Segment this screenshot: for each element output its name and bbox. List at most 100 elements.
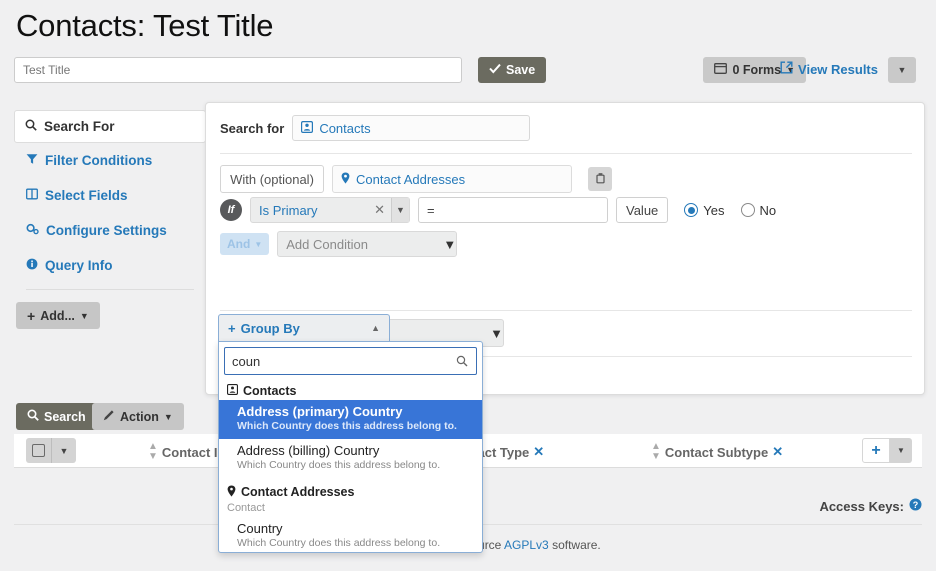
- add-condition-row: And ▼ Add Condition ▼: [220, 231, 457, 257]
- radio-no-label: No: [760, 203, 777, 218]
- list-item[interactable]: Address (billing) Country Which Country …: [219, 439, 482, 478]
- clear-field-icon[interactable]: ✕: [368, 202, 391, 218]
- plus-icon: +: [27, 309, 35, 323]
- title-input[interactable]: [14, 57, 462, 83]
- chevron-down-icon: ▼: [80, 311, 89, 321]
- sidebar: Search For Filter Conditions Select Fiel…: [14, 110, 206, 329]
- list-item[interactable]: Address (primary) Country Which Country …: [219, 400, 482, 439]
- delete-join-button[interactable]: [588, 167, 612, 191]
- group-by-label: Group By: [241, 321, 300, 336]
- condition-operator-input[interactable]: [418, 197, 608, 223]
- map-pin-icon: [227, 485, 236, 500]
- contact-icon: [301, 121, 313, 136]
- group-by-options-list: Contacts Address (primary) Country Which…: [219, 381, 482, 553]
- access-keys-label: Access Keys:: [819, 499, 904, 514]
- option-label: Country: [237, 521, 474, 537]
- sort-icon: ▲▼: [651, 442, 661, 462]
- chevron-down-icon[interactable]: ▼: [490, 326, 503, 341]
- license-link[interactable]: AGPLv3: [504, 538, 549, 552]
- condition-field-select[interactable]: Is Primary ✕ ▼: [250, 197, 410, 223]
- sidebar-item-search-for[interactable]: Search For: [14, 110, 206, 143]
- chevron-down-icon[interactable]: ▼: [391, 198, 409, 222]
- sidebar-label: Select Fields: [45, 188, 128, 203]
- remove-column-icon[interactable]: ✕: [533, 444, 544, 460]
- option-description: Which Country does this address belong t…: [237, 459, 474, 473]
- contact-icon: [227, 384, 238, 398]
- group-by-dropdown: Contacts Address (primary) Country Which…: [218, 341, 483, 553]
- join-row-contact-addresses: With (optional) Contact Addresses: [220, 165, 612, 193]
- sidebar-label: Query Info: [45, 258, 113, 273]
- option-description: Which Country does this address belong t…: [237, 420, 474, 434]
- plus-icon: +: [228, 321, 236, 336]
- gears-icon: [26, 223, 39, 238]
- add-condition-placeholder: Add Condition: [278, 237, 443, 252]
- select-all-checkbox[interactable]: [26, 438, 52, 463]
- chevron-down-icon[interactable]: ▼: [443, 237, 456, 252]
- option-group-header-contact-addresses: Contact Addresses: [219, 482, 482, 502]
- with-optional-button-1[interactable]: With (optional): [220, 165, 324, 193]
- sidebar-search-for-label: Search For: [44, 119, 115, 134]
- action-button[interactable]: Action ▼: [92, 403, 184, 430]
- option-label: Address (billing) Country: [237, 443, 474, 459]
- save-button-label: Save: [506, 63, 535, 77]
- chevron-down-icon: ▼: [897, 446, 905, 455]
- group-by-button[interactable]: + Group By ▲: [218, 314, 390, 341]
- search-icon: [27, 409, 39, 424]
- sidebar-item-query-info[interactable]: Query Info: [14, 248, 206, 283]
- search-for-label: Search for: [220, 121, 284, 136]
- sidebar-label: Configure Settings: [46, 223, 167, 238]
- sidebar-item-configure-settings[interactable]: Configure Settings: [14, 213, 206, 248]
- sidebar-item-select-fields[interactable]: Select Fields: [14, 178, 206, 213]
- condition-yes-radio-group[interactable]: Yes: [684, 203, 724, 218]
- column-header-contact-subtype[interactable]: ▲▼ Contact Subtype ✕: [651, 442, 783, 462]
- add-button[interactable]: + Add... ▼: [16, 302, 100, 329]
- add-column-group[interactable]: + ▼: [862, 438, 912, 463]
- toolbar: Save 0 Forms ▼ View Results ▼: [14, 57, 924, 85]
- join-entity-label-1: Contact Addresses: [356, 172, 465, 187]
- option-label: Address (primary) Country: [237, 404, 474, 420]
- group-by-search-input[interactable]: [224, 347, 477, 375]
- option-group-header-contacts: Contacts: [219, 381, 482, 400]
- panel-divider: [220, 153, 912, 154]
- add-column-button[interactable]: +: [862, 438, 890, 463]
- radio-yes[interactable]: [684, 203, 698, 217]
- view-results-label: View Results: [798, 62, 878, 77]
- select-all-caret[interactable]: ▼: [52, 438, 76, 463]
- view-results-caret-button[interactable]: ▼: [888, 57, 916, 83]
- option-group-subtitle: Contact: [219, 502, 482, 517]
- sidebar-divider: [26, 289, 194, 290]
- radio-no[interactable]: [741, 203, 755, 217]
- option-group-label: Contacts: [243, 384, 296, 398]
- action-button-label: Action: [120, 410, 159, 424]
- column-header-contact-id[interactable]: ▲▼ Contact ID: [148, 442, 227, 462]
- access-keys: Access Keys: ?: [819, 498, 922, 514]
- add-column-caret[interactable]: ▼: [890, 438, 912, 463]
- add-button-label: Add...: [40, 309, 75, 323]
- add-condition-select[interactable]: Add Condition ▼: [277, 231, 457, 257]
- chevron-down-icon: ▼: [254, 240, 262, 249]
- select-all-group[interactable]: ▼: [26, 438, 76, 463]
- conjunction-and-button[interactable]: And ▼: [220, 233, 269, 255]
- radio-yes-label: Yes: [703, 203, 724, 218]
- search-icon: [25, 119, 37, 134]
- group-by-search-wrap: [219, 342, 482, 375]
- if-badge: If: [220, 199, 242, 221]
- help-icon[interactable]: ?: [909, 498, 922, 514]
- remove-column-icon[interactable]: ✕: [772, 444, 783, 460]
- conjunction-label: And: [227, 237, 250, 251]
- condition-no-radio-group[interactable]: No: [741, 203, 777, 218]
- check-icon: [489, 63, 501, 77]
- sidebar-item-filter-conditions[interactable]: Filter Conditions: [14, 143, 206, 178]
- view-results-link[interactable]: View Results: [780, 61, 878, 77]
- search-button[interactable]: Search: [16, 403, 97, 430]
- condition-field-value: Is Primary: [251, 203, 368, 218]
- list-item[interactable]: Country Which Country does this address …: [219, 517, 482, 553]
- condition-value-label[interactable]: Value: [616, 197, 668, 223]
- external-link-icon: [780, 61, 793, 77]
- sort-icon: ▲▼: [148, 442, 158, 462]
- save-button[interactable]: Save: [478, 57, 546, 83]
- chevron-down-icon: ▼: [60, 446, 69, 456]
- join-entity-select-1[interactable]: Contact Addresses: [332, 165, 572, 193]
- search-entity-select[interactable]: Contacts: [292, 115, 530, 141]
- page-title: Contacts: Test Title: [16, 8, 273, 44]
